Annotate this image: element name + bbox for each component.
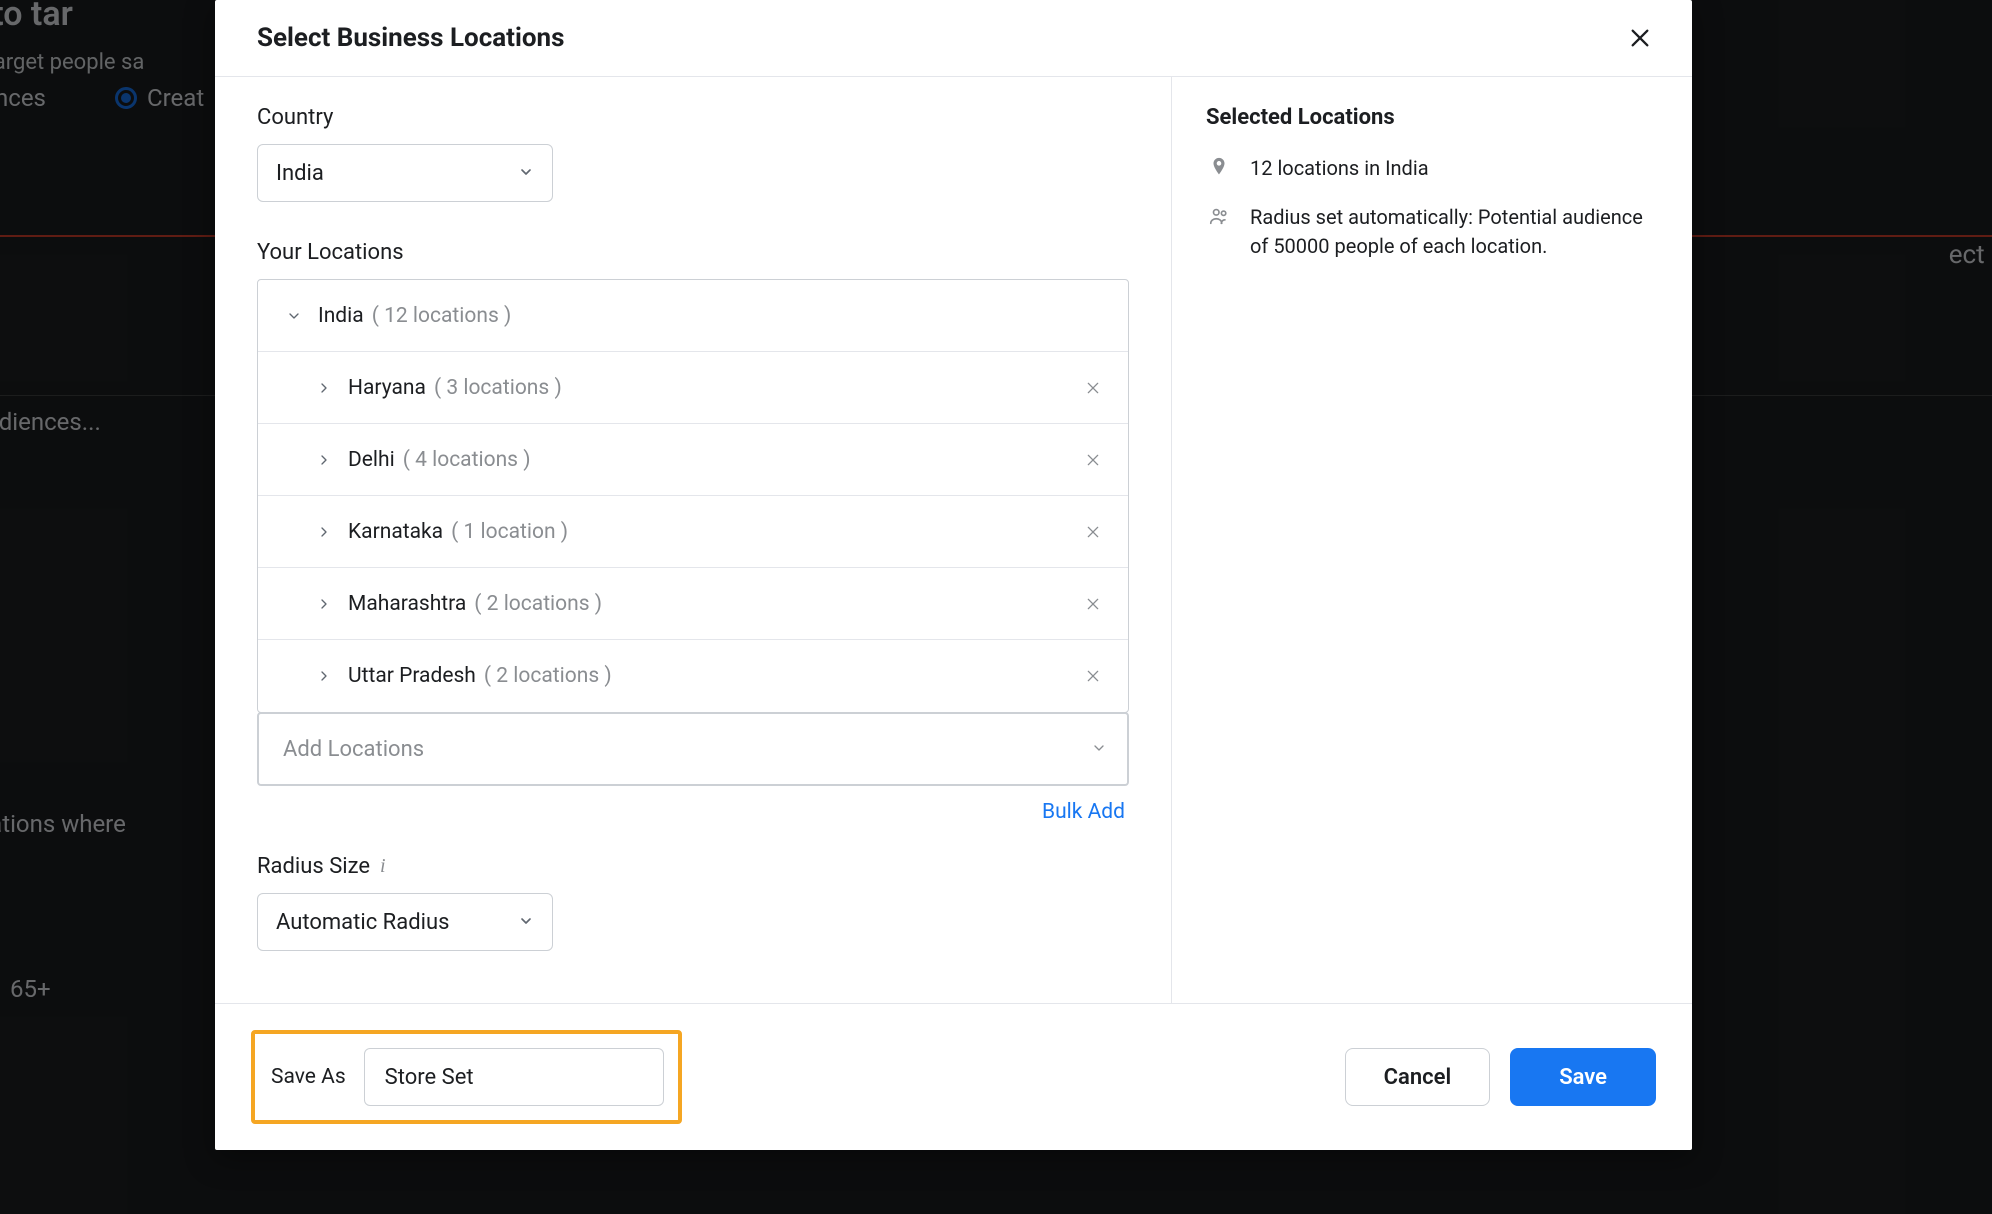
add-locations-input[interactable]: Add Locations xyxy=(257,712,1129,786)
summary-row-locations: 12 locations in India xyxy=(1206,154,1658,183)
remove-location-button[interactable] xyxy=(1078,661,1108,691)
tree-child-row[interactable]: Haryana ( 3 locations ) xyxy=(258,352,1128,424)
radius-size-label-text: Radius Size xyxy=(257,854,370,879)
summary-radius-text: Radius set automatically: Potential audi… xyxy=(1250,203,1658,261)
summary-locations-text: 12 locations in India xyxy=(1250,154,1429,183)
tree-child-row[interactable]: Delhi ( 4 locations ) xyxy=(258,424,1128,496)
close-icon xyxy=(1629,27,1651,49)
modal-body: Country India Your Locations India ( 12 … xyxy=(215,77,1692,1003)
tree-child-name: Uttar Pradesh xyxy=(348,664,476,688)
country-value: India xyxy=(276,161,324,186)
tree-child-row[interactable]: Karnataka ( 1 location ) xyxy=(258,496,1128,568)
chevron-right-icon xyxy=(316,596,340,612)
tree-child-count: ( 4 locations ) xyxy=(403,448,531,472)
chevron-right-icon xyxy=(316,380,340,396)
save-as-input[interactable] xyxy=(364,1048,664,1106)
country-select[interactable]: India xyxy=(257,144,553,202)
tree-child-count: ( 1 location ) xyxy=(451,520,568,544)
radius-size-value: Automatic Radius xyxy=(276,910,449,935)
tree-child-count: ( 2 locations ) xyxy=(474,592,602,616)
tree-root-row[interactable]: India ( 12 locations ) xyxy=(258,280,1128,352)
save-button[interactable]: Save xyxy=(1510,1048,1656,1106)
people-icon xyxy=(1206,203,1232,261)
tree-child-row[interactable]: Uttar Pradesh ( 2 locations ) xyxy=(258,640,1128,712)
info-icon[interactable]: i xyxy=(380,855,386,878)
tree-child-name: Maharashtra xyxy=(348,592,466,616)
chevron-down-icon xyxy=(1091,737,1107,762)
chevron-right-icon xyxy=(316,452,340,468)
select-business-locations-modal: Select Business Locations Country India … xyxy=(215,0,1692,1150)
remove-location-button[interactable] xyxy=(1078,517,1108,547)
tree-root-name: India xyxy=(318,304,364,328)
summary-row-radius: Radius set automatically: Potential audi… xyxy=(1206,203,1658,261)
tree-child-name: Karnataka xyxy=(348,520,443,544)
bulk-add-link[interactable]: Bulk Add xyxy=(1042,800,1125,824)
chevron-down-icon xyxy=(286,308,310,324)
chevron-down-icon xyxy=(518,910,534,935)
chevron-right-icon xyxy=(316,524,340,540)
tree-root-count: ( 12 locations ) xyxy=(372,304,512,328)
radius-size-select[interactable]: Automatic Radius xyxy=(257,893,553,951)
tree-child-count: ( 2 locations ) xyxy=(484,664,612,688)
modal-footer: Save As Cancel Save xyxy=(215,1003,1692,1150)
modal-header: Select Business Locations xyxy=(215,0,1692,77)
your-locations-label: Your Locations xyxy=(257,240,1129,265)
summary-pane: Selected Locations 12 locations in India… xyxy=(1172,77,1692,1003)
chevron-down-icon xyxy=(518,161,534,186)
chevron-right-icon xyxy=(316,668,340,684)
remove-location-button[interactable] xyxy=(1078,373,1108,403)
left-pane: Country India Your Locations India ( 12 … xyxy=(215,77,1172,1003)
locations-tree: India ( 12 locations ) Haryana ( 3 locat… xyxy=(257,279,1129,713)
tree-child-count: ( 3 locations ) xyxy=(434,376,562,400)
cancel-button[interactable]: Cancel xyxy=(1345,1048,1491,1106)
selected-locations-title: Selected Locations xyxy=(1206,105,1658,130)
country-label: Country xyxy=(257,105,1129,130)
add-locations-placeholder: Add Locations xyxy=(283,737,424,762)
save-as-highlight: Save As xyxy=(251,1030,682,1124)
tree-child-name: Delhi xyxy=(348,448,395,472)
location-pin-icon xyxy=(1206,154,1232,183)
radius-size-label: Radius Size i xyxy=(257,854,1129,879)
save-as-label: Save As xyxy=(271,1065,346,1089)
remove-location-button[interactable] xyxy=(1078,445,1108,475)
bulk-add-row: Bulk Add xyxy=(257,800,1125,824)
modal-title: Select Business Locations xyxy=(257,23,564,53)
remove-location-button[interactable] xyxy=(1078,589,1108,619)
tree-child-row[interactable]: Maharashtra ( 2 locations ) xyxy=(258,568,1128,640)
tree-child-name: Haryana xyxy=(348,376,426,400)
close-button[interactable] xyxy=(1622,20,1658,56)
